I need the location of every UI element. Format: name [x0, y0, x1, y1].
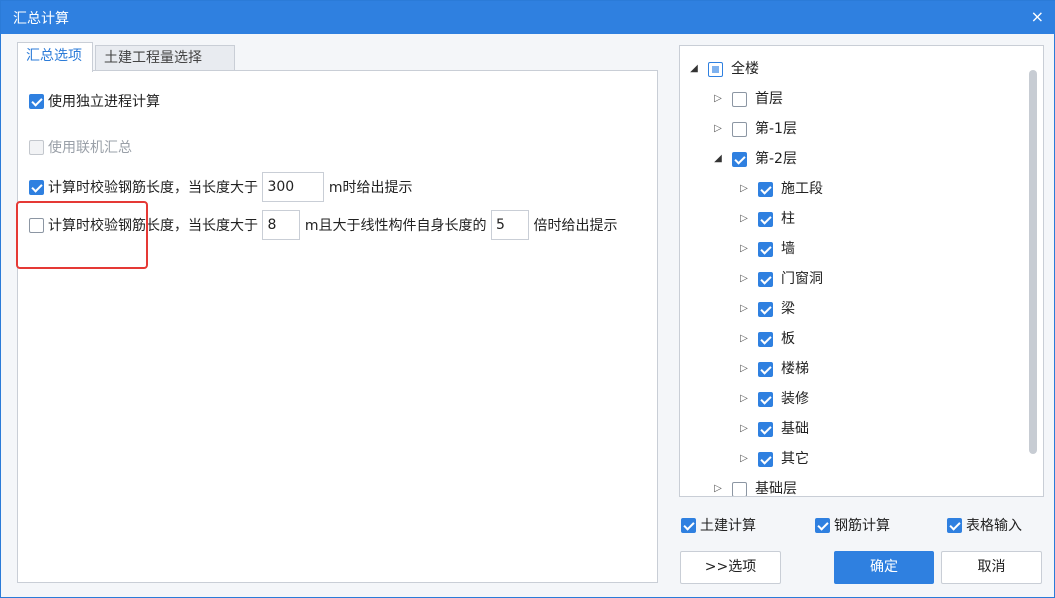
- tree-node-component[interactable]: ▷ 装修: [738, 388, 809, 410]
- linear-multiplier-input[interactable]: 5: [491, 210, 529, 240]
- component-checkbox[interactable]: [758, 331, 773, 347]
- check-rebar-length-linear-suffix: 倍时给出提示: [533, 218, 618, 234]
- check-rebar-length-linear-middle: m且大于线性构件自身长度的: [304, 218, 487, 234]
- dialog-title: 汇总计算: [13, 11, 69, 27]
- check-rebar-length-linear-prefix: 计算时校验钢筋长度，当长度大于: [48, 218, 258, 234]
- civil-calc-checkbox[interactable]: [681, 517, 696, 533]
- component-checkbox[interactable]: [758, 181, 773, 197]
- component-checkbox[interactable]: [758, 451, 773, 467]
- collapsed-arrow-icon[interactable]: ▷: [738, 298, 750, 320]
- collapsed-arrow-icon[interactable]: ▷: [738, 328, 750, 350]
- rebar-calc-option[interactable]: 钢筋计算: [815, 515, 890, 535]
- tree-node-floor-1[interactable]: ▷ 首层: [712, 88, 783, 110]
- floor-label: 第-1层: [755, 121, 797, 137]
- option-check-rebar-length: 计算时校验钢筋长度，当长度大于 300 m时给出提示: [29, 172, 413, 202]
- floor-tree: ◢ 全楼 ▷ 首层 ▷ 第-1层 ◢ 第-2层 ▷ 施工段 ▷ 柱 ▷ 墙 ▷ 门窗洞 ▷ 梁 ▷…: [679, 45, 1044, 497]
- component-label: 梁: [781, 301, 795, 317]
- floor-label: 第-2层: [755, 151, 797, 167]
- collapsed-arrow-icon[interactable]: ▷: [738, 448, 750, 470]
- component-label: 楼梯: [781, 361, 809, 377]
- tree-node-foundation-floor[interactable]: ▷ 基础层: [712, 478, 797, 497]
- check-rebar-length-linear-checkbox[interactable]: [29, 217, 44, 233]
- component-label: 板: [781, 331, 795, 347]
- option-independent-process[interactable]: 使用独立进程计算: [29, 91, 160, 111]
- component-label: 施工段: [781, 181, 823, 197]
- collapsed-arrow-icon[interactable]: ▷: [738, 418, 750, 440]
- check-rebar-length-prefix: 计算时校验钢筋长度，当长度大于: [48, 180, 258, 196]
- summary-calc-dialog: 汇总计算 × 汇总选项 土建工程量选择 使用独立进程计算 使用联机汇总 计算时校…: [0, 0, 1055, 598]
- independent-process-label: 使用独立进程计算: [48, 94, 160, 110]
- options-button[interactable]: >>选项: [680, 551, 781, 584]
- tab-civil-quantity-selection[interactable]: 土建工程量选择: [95, 45, 235, 71]
- tree-node-all-building[interactable]: ◢ 全楼: [688, 58, 759, 80]
- civil-calc-option[interactable]: 土建计算: [681, 515, 756, 535]
- tab-summary-options[interactable]: 汇总选项: [17, 42, 93, 72]
- table-input-option[interactable]: 表格输入: [947, 515, 1022, 535]
- tree-node-component[interactable]: ▷ 施工段: [738, 178, 823, 200]
- collapsed-arrow-icon[interactable]: ▷: [738, 388, 750, 410]
- rebar-length-min-input[interactable]: 8: [262, 210, 301, 240]
- component-label: 门窗洞: [781, 271, 823, 287]
- table-input-label: 表格输入: [966, 518, 1022, 534]
- component-checkbox[interactable]: [758, 271, 773, 287]
- component-label: 装修: [781, 391, 809, 407]
- component-checkbox[interactable]: [758, 361, 773, 377]
- tree-node-component[interactable]: ▷ 梁: [738, 298, 795, 320]
- tree-node-component[interactable]: ▷ 楼梯: [738, 358, 809, 380]
- rebar-length-threshold-input[interactable]: 300: [262, 172, 325, 202]
- collapsed-arrow-icon[interactable]: ▷: [738, 268, 750, 290]
- component-checkbox[interactable]: [758, 421, 773, 437]
- tree-node-component[interactable]: ▷ 墙: [738, 238, 795, 260]
- rebar-calc-checkbox[interactable]: [815, 517, 830, 533]
- tree-node-floor-minus-2[interactable]: ◢ 第-2层: [712, 148, 797, 170]
- check-rebar-length-checkbox[interactable]: [29, 179, 44, 195]
- collapsed-arrow-icon[interactable]: ▷: [712, 118, 724, 140]
- collapsed-arrow-icon[interactable]: ▷: [738, 238, 750, 260]
- collapsed-arrow-icon[interactable]: ▷: [738, 358, 750, 380]
- component-label: 墙: [781, 241, 795, 257]
- independent-process-checkbox[interactable]: [29, 93, 44, 109]
- collapsed-arrow-icon[interactable]: ▷: [712, 88, 724, 110]
- collapsed-arrow-icon[interactable]: ▷: [712, 478, 724, 496]
- tree-node-component[interactable]: ▷ 板: [738, 328, 795, 350]
- civil-calc-label: 土建计算: [700, 518, 756, 534]
- all-building-label: 全楼: [731, 61, 759, 77]
- component-label: 基础: [781, 421, 809, 437]
- collapsed-arrow-icon[interactable]: ▷: [738, 208, 750, 230]
- all-building-checkbox[interactable]: [708, 61, 723, 77]
- tree-node-component[interactable]: ▷ 其它: [738, 448, 809, 470]
- component-checkbox[interactable]: [758, 241, 773, 257]
- option-network-summary: 使用联机汇总: [29, 137, 132, 157]
- floor-checkbox[interactable]: [732, 151, 747, 167]
- tree-node-component[interactable]: ▷ 门窗洞: [738, 268, 823, 290]
- tree-scrollbar[interactable]: [1029, 70, 1037, 454]
- component-label: 其它: [781, 451, 809, 467]
- check-rebar-length-suffix: m时给出提示: [328, 180, 413, 196]
- collapsed-arrow-icon[interactable]: ▷: [738, 178, 750, 200]
- floor-checkbox[interactable]: [732, 481, 747, 496]
- expanded-arrow-icon[interactable]: ◢: [688, 58, 700, 80]
- rebar-calc-label: 钢筋计算: [834, 518, 890, 534]
- tree-node-floor-minus-1[interactable]: ▷ 第-1层: [712, 118, 797, 140]
- title-bar: 汇总计算 ×: [1, 1, 1055, 34]
- close-icon[interactable]: ×: [1031, 7, 1044, 26]
- option-check-rebar-length-linear: 计算时校验钢筋长度，当长度大于 8 m且大于线性构件自身长度的 5 倍时给出提示: [29, 210, 617, 240]
- ok-button[interactable]: 确定: [834, 551, 934, 584]
- network-summary-checkbox: [29, 139, 44, 155]
- tree-node-component[interactable]: ▷ 基础: [738, 418, 809, 440]
- floor-checkbox[interactable]: [732, 121, 747, 137]
- floor-label: 首层: [755, 91, 783, 107]
- cancel-button[interactable]: 取消: [941, 551, 1042, 584]
- component-checkbox[interactable]: [758, 211, 773, 227]
- expanded-arrow-icon[interactable]: ◢: [712, 148, 724, 170]
- floor-checkbox[interactable]: [732, 91, 747, 107]
- table-input-checkbox[interactable]: [947, 517, 962, 533]
- component-checkbox[interactable]: [758, 391, 773, 407]
- network-summary-label: 使用联机汇总: [48, 140, 132, 156]
- component-label: 柱: [781, 211, 795, 227]
- floor-label: 基础层: [755, 481, 797, 497]
- tree-node-component[interactable]: ▷ 柱: [738, 208, 795, 230]
- component-checkbox[interactable]: [758, 301, 773, 317]
